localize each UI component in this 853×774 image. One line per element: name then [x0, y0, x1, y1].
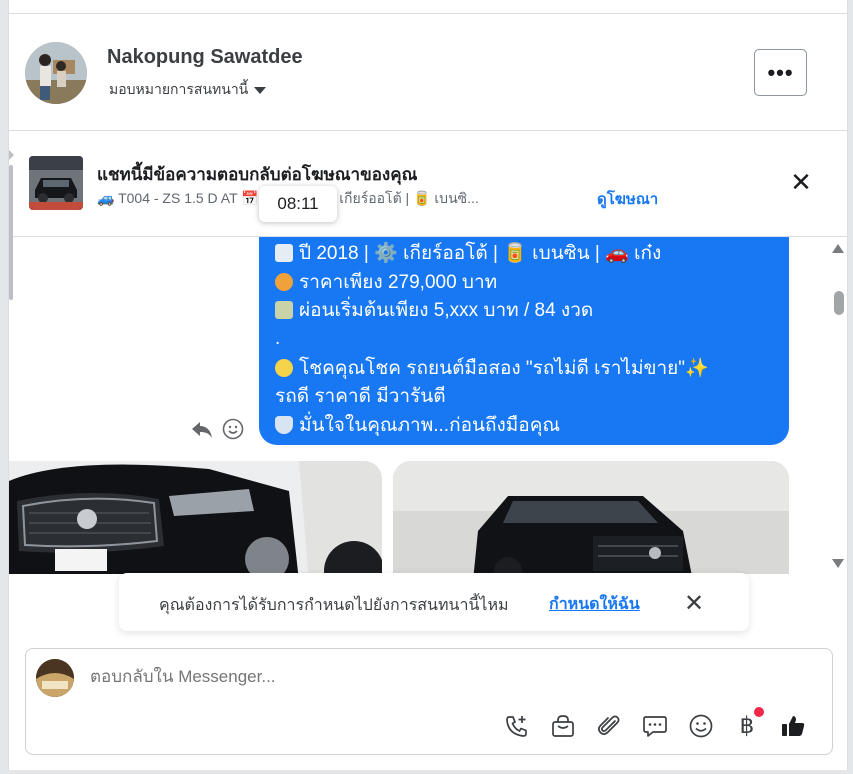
scroll-up-arrow-icon[interactable]	[832, 244, 844, 253]
page-avatar	[36, 659, 74, 697]
emoji-icon[interactable]	[686, 711, 716, 741]
shield-icon	[275, 415, 293, 434]
message-line: ราคาเพียง 279,000 บาท	[275, 268, 773, 297]
car-photo-1[interactable]	[9, 461, 382, 574]
spark-icon	[275, 272, 293, 291]
shopping-bag-icon[interactable]	[548, 711, 578, 741]
message-line: โชคคุณโชค รถยนต์มือสอง "รถไม่ดี เราไม่ขา…	[275, 353, 773, 382]
money-icon	[275, 301, 293, 320]
scroll-down-arrow-icon[interactable]	[832, 559, 844, 568]
sparkles-icon	[275, 358, 293, 377]
close-icon[interactable]: ✕	[684, 589, 704, 618]
scrollbar-thumb[interactable]	[834, 291, 844, 315]
notification-dot	[754, 707, 764, 717]
like-icon[interactable]	[778, 711, 808, 741]
conversation-panel: Nakopung Sawatdee มอบหมายการสนทนานี้ •••…	[8, 0, 848, 770]
caret-down-icon	[254, 86, 267, 94]
composer-toolbar: ฿	[502, 707, 808, 741]
saved-replies-icon[interactable]	[640, 711, 670, 741]
assign-conversation-dropdown[interactable]: มอบหมายการสนทนานี้	[109, 79, 267, 101]
message-line: รถดี ราคาดี มีวารันตี	[275, 386, 446, 408]
assign-prompt-text: คุณต้องการได้รับการกำหนดไปยังการสนทนานี้…	[159, 597, 509, 614]
conversation-header: Nakopung Sawatdee มอบหมายการสนทนานี้ •••	[9, 14, 847, 131]
react-emoji-icon[interactable]	[222, 418, 244, 440]
ad-reply-banner: แชทนี้มีข้อความตอบกลับต่อโฆษณาของคุณ 🚙 T…	[9, 132, 847, 237]
ad-banner-title: แชทนี้มีข้อความตอบกลับต่อโฆษณาของคุณ	[97, 165, 418, 184]
payment-icon[interactable]: ฿	[732, 707, 764, 741]
close-icon[interactable]: ✕	[789, 169, 813, 195]
reply-input[interactable]	[90, 667, 690, 687]
message-bubble[interactable]: ปี 2018 | ⚙️ เกียร์ออโต้ | 🥫 เบนซิน | 🚗 …	[259, 237, 789, 445]
ad-thumbnail	[29, 156, 83, 210]
message-line: มั่นใจในคุณภาพ...ก่อนถึงมือคุณ	[275, 411, 773, 440]
baht-symbol: ฿	[739, 713, 755, 739]
car-photo-2[interactable]	[393, 461, 789, 574]
assign-to-me-link[interactable]: กำหนดให้ฉัน	[549, 592, 640, 617]
message-list[interactable]: ปี 2018 | ⚙️ เกียร์ออโต้ | 🥫 เบนซิน | 🚗 …	[9, 237, 849, 574]
more-options-button[interactable]: •••	[754, 49, 807, 96]
call-add-icon[interactable]	[502, 711, 532, 741]
assign-label: มอบหมายการสนทนานี้	[109, 81, 249, 97]
calendar-icon	[275, 244, 293, 263]
reply-icon[interactable]	[190, 417, 214, 441]
contact-name: Nakopung Sawatdee	[107, 46, 303, 68]
view-ad-link[interactable]: ดูโฆษณา	[597, 187, 658, 211]
timestamp-tooltip: 08:11	[259, 186, 337, 222]
message-line: ผ่อนเริ่มต้นเพียง 5,xxx บาท / 84 งวด	[275, 296, 773, 325]
left-scroll-arrow-icon[interactable]	[9, 150, 14, 160]
message-line: .	[275, 328, 281, 350]
assign-prompt-toast: คุณต้องการได้รับการกำหนดไปยังการสนทนานี้…	[119, 573, 749, 631]
attachment-icon[interactable]	[594, 711, 624, 741]
reply-composer: ฿	[25, 648, 833, 755]
message-line: ปี 2018 | ⚙️ เกียร์ออโต้ | 🥫 เบนซิน | 🚗 …	[275, 239, 773, 268]
contact-avatar[interactable]	[25, 42, 87, 104]
